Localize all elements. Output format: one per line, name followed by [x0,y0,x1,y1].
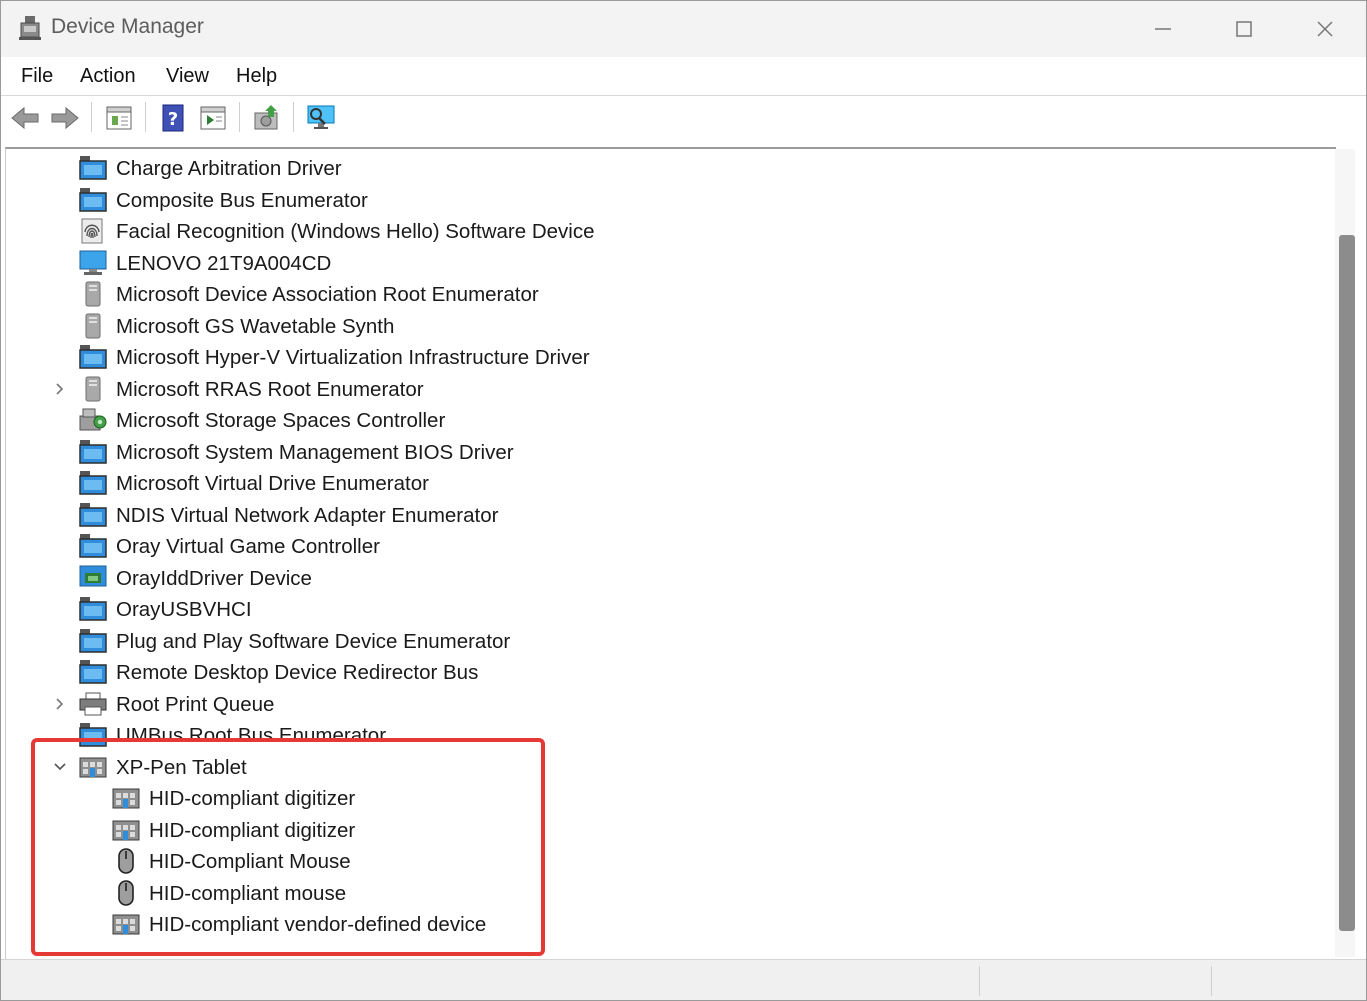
system-device-icon [79,628,107,654]
run-button[interactable] [195,101,231,135]
printer-icon [79,691,107,717]
tree-item-label: Composite Bus Enumerator [116,188,368,212]
tree-item[interactable]: Remote Desktop Device Redirector Bus [6,657,1326,687]
tree-item-label: Facial Recognition (Windows Hello) Softw… [116,220,595,243]
tree-item-label: OrayIddDriver Device [116,566,312,590]
tree-item[interactable]: Microsoft Hyper-V Virtualization Infrast… [6,342,1326,372]
tree-item[interactable]: Microsoft GS Wavetable Synth [6,311,1326,341]
scrollbar-thumb[interactable] [1339,235,1355,931]
tree-item[interactable]: Facial Recognition (Windows Hello) Softw… [6,216,1326,246]
expand-chevron-right-icon[interactable] [52,374,68,404]
monitor-icon [79,250,107,276]
storage-icon [79,407,107,433]
tower-icon [79,281,107,307]
system-device-icon [79,155,107,181]
tree-item[interactable]: OrayIddDriver Device [6,563,1326,593]
menu-bar: File Action View Help [1,57,1366,96]
title-bar[interactable]: Device Manager [1,1,1366,57]
toolbar-separator [145,102,146,132]
tree-item[interactable]: Oray Virtual Game Controller [6,531,1326,561]
status-divider [1211,966,1212,996]
tree-item-label: Microsoft RRAS Root Enumerator [116,377,424,401]
status-bar [1,959,1366,1000]
tree-item[interactable]: Microsoft Device Association Root Enumer… [6,279,1326,309]
tree-item-label: Microsoft Storage Spaces Controller [116,409,446,432]
minimize-button[interactable] [1123,1,1203,57]
status-divider [979,966,980,996]
tree-item-label: NDIS Virtual Network Adapter Enumerator [116,503,499,527]
forward-button[interactable] [47,101,83,135]
tree-item[interactable]: LENOVO 21T9A004CD [6,248,1326,278]
tree-item-label: Microsoft GS Wavetable Synth [116,314,395,338]
system-device-icon [79,502,107,528]
tree-item-label: Microsoft Device Association Root Enumer… [116,283,539,306]
menu-view[interactable]: View [166,65,209,88]
toolbar-separator [91,102,92,132]
tree-item-label: Oray Virtual Game Controller [116,535,380,558]
tree-item[interactable]: NDIS Virtual Network Adapter Enumerator [6,500,1326,530]
system-device-icon [79,533,107,559]
tree-item-label: Microsoft Virtual Drive Enumerator [116,472,429,495]
system-device-icon [79,187,107,213]
close-button[interactable] [1285,1,1365,57]
tree-item[interactable]: OrayUSBVHCI [6,594,1326,624]
tree-item-label: Root Print Queue [116,692,275,716]
expand-chevron-right-icon[interactable] [52,689,68,719]
update-driver-button[interactable] [249,101,285,135]
help-button[interactable]: ? [155,101,191,135]
maximize-button[interactable] [1204,1,1284,57]
tree-item[interactable]: Plug and Play Software Device Enumerator [6,626,1326,656]
tree-item-label: Charge Arbitration Driver [116,157,342,180]
window-title: Device Manager [51,15,204,38]
fingerprint-icon [79,218,107,244]
tree-item-label: Microsoft System Management BIOS Driver [116,440,514,464]
toolbar: ? [1,96,1366,140]
tree-item-label: Microsoft Hyper-V Virtualization Infrast… [116,346,590,369]
device-manager-icon [17,14,43,42]
tree-item-label: Plug and Play Software Device Enumerator [116,629,511,653]
system-device-icon [79,344,107,370]
tree-item-label: LENOVO 21T9A004CD [116,251,332,275]
tree-item[interactable]: Microsoft Virtual Drive Enumerator [6,468,1326,498]
menu-file[interactable]: File [21,65,53,88]
menu-help[interactable]: Help [236,65,277,88]
tree-item[interactable]: Charge Arbitration Driver [6,153,1326,183]
tower-icon [79,313,107,339]
tree-item[interactable]: Microsoft RRAS Root Enumerator [6,374,1326,404]
toolbar-separator [239,102,240,132]
tree-item-label: Remote Desktop Device Redirector Bus [116,661,479,684]
back-button[interactable] [7,101,43,135]
highlight-box [31,738,545,956]
properties-button[interactable] [101,101,137,135]
scan-hardware-button[interactable] [303,101,339,135]
system-device-icon [79,470,107,496]
tree-item-label: OrayUSBVHCI [116,598,252,621]
tree-item[interactable]: Microsoft Storage Spaces Controller [6,405,1326,435]
system-device-icon [79,439,107,465]
tree-item[interactable]: Root Print Queue [6,689,1326,719]
tree-item[interactable]: Microsoft System Management BIOS Driver [6,437,1326,467]
system-device-icon [79,596,107,622]
menu-action[interactable]: Action [80,65,136,88]
tower-icon [79,376,107,402]
svg-text:?: ? [168,109,178,130]
display-adapter-icon [79,565,107,591]
tree-item[interactable]: Composite Bus Enumerator [6,185,1326,215]
toolbar-separator [293,102,294,132]
device-manager-window: Device Manager File Action View Help ? C… [0,0,1367,1001]
system-device-icon [79,659,107,685]
